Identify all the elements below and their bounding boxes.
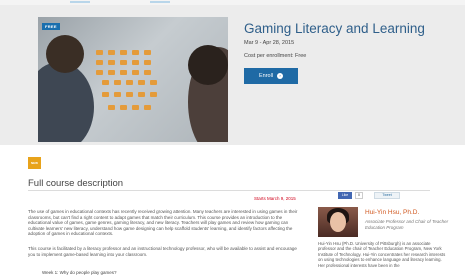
social-buttons: Like 0 Tweet <box>338 192 400 199</box>
course-hero: FREE Gaming Literacy and Learning Mar 9 … <box>0 5 465 145</box>
image-card <box>144 50 151 55</box>
image-card <box>132 50 139 55</box>
image-card <box>120 105 127 110</box>
image-card <box>108 70 115 75</box>
image-card <box>138 92 145 97</box>
image-child-head <box>46 35 84 73</box>
like-count: 0 <box>355 192 363 199</box>
image-card <box>102 92 109 97</box>
image-card <box>96 60 103 65</box>
image-card <box>120 70 127 75</box>
description-paragraph: The use of games in educational contexts… <box>28 209 298 237</box>
tweet-button[interactable]: Tweet <box>374 192 400 199</box>
course-title: Gaming Literacy and Learning <box>244 21 425 36</box>
image-card <box>132 70 139 75</box>
description-paragraph: This course is facilitated by a literacy… <box>28 246 297 257</box>
instructor-name[interactable]: Hui-Yin Hsu, Ph.D. <box>365 209 419 216</box>
image-card <box>120 50 127 55</box>
course-dates: Mar 9 - Apr 28, 2015 <box>244 40 295 46</box>
image-card <box>108 50 115 55</box>
top-strip-marker <box>150 1 170 3</box>
image-card <box>102 80 109 85</box>
instructor-bio: Hui-Yin Hsu (Ph.D. University of Pittsbu… <box>318 241 446 268</box>
image-card <box>120 60 127 65</box>
image-card <box>108 60 115 65</box>
week-item: Week 1: Why do people play games? <box>42 270 117 275</box>
image-card <box>114 92 121 97</box>
start-date: Starts March 9, 2015 <box>254 196 296 201</box>
top-strip-marker <box>70 1 90 3</box>
image-card <box>144 70 151 75</box>
image-card <box>150 80 157 85</box>
instructor-role: Associate Professor and Chair of Teacher… <box>365 219 449 230</box>
image-card <box>126 92 133 97</box>
image-card <box>144 105 151 110</box>
course-cost: Cost per enrollment: Free <box>244 53 307 59</box>
image-card <box>144 60 151 65</box>
image-card <box>132 60 139 65</box>
arrow-right-circle-icon: › <box>277 73 284 79</box>
image-card <box>108 105 115 110</box>
image-card <box>114 80 121 85</box>
facebook-like-button[interactable]: Like <box>338 192 352 199</box>
image-card <box>132 105 139 110</box>
new-badge: NEW <box>28 157 41 169</box>
avatar-face <box>330 212 346 232</box>
image-card <box>126 80 133 85</box>
free-badge: FREE <box>42 23 60 30</box>
course-image: FREE <box>38 17 228 142</box>
image-card <box>96 70 103 75</box>
image-child-head <box>188 45 228 85</box>
image-card <box>96 50 103 55</box>
instructor-avatar <box>318 207 358 237</box>
enroll-label: Enroll <box>258 73 274 79</box>
image-card <box>138 80 145 85</box>
image-child-body <box>38 62 94 142</box>
image-card <box>150 92 157 97</box>
enroll-button[interactable]: Enroll › <box>244 68 298 84</box>
section-divider <box>28 190 430 191</box>
section-title: Full course description <box>28 178 124 189</box>
